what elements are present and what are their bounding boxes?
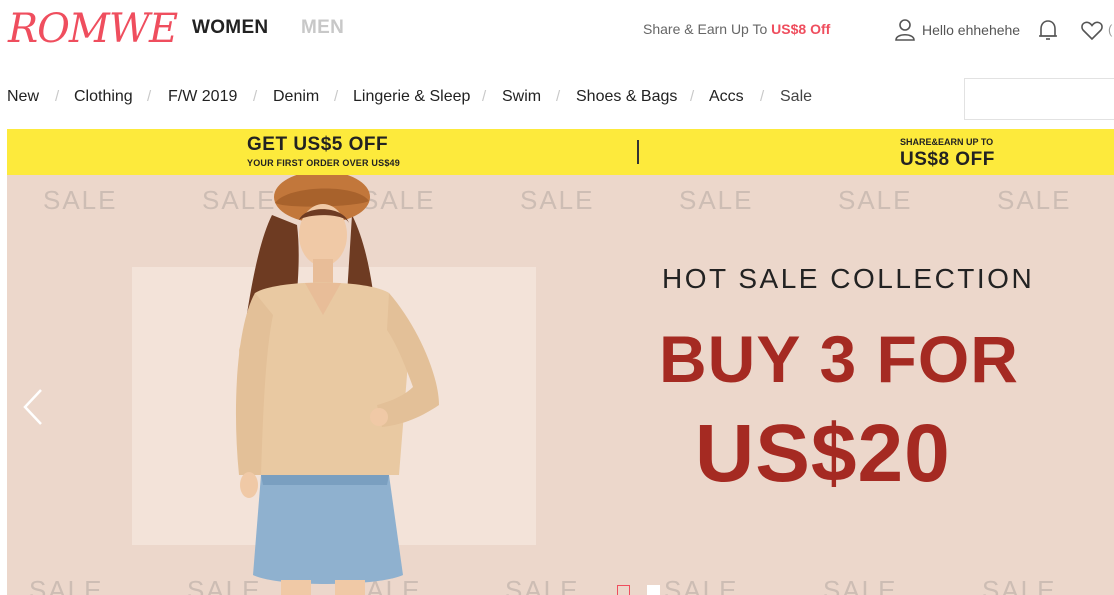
sale-watermark: SALE [43, 185, 118, 215]
search-input[interactable] [964, 78, 1114, 120]
hero-banner[interactable]: SALE SALE SALE SALE SALE SALE SALE SALE … [7, 175, 1114, 595]
banner-offer-line1: BUY 3 FOR [659, 322, 1019, 396]
promo-bar[interactable]: GET US$5 OFF YOUR FIRST ORDER OVER US$49… [7, 129, 1114, 175]
nav-item-fw-2019[interactable]: F/W 2019 [168, 88, 237, 106]
nav-item-lingerie-sleep[interactable]: Lingerie & Sleep [353, 88, 470, 106]
sale-watermark: SALE [838, 185, 913, 215]
promo-first-order-title: GET US$5 OFF [247, 134, 389, 155]
category-nav: New / Clothing / F/W 2019 / Denim / Ling… [0, 82, 960, 114]
tab-women[interactable]: WOMEN [192, 17, 268, 39]
banner-offer-price: US$20 [695, 408, 951, 499]
nav-separator: / [482, 88, 487, 105]
nav-item-denim[interactable]: Denim [273, 88, 319, 106]
sale-watermark: SALE [520, 185, 595, 215]
promo-first-order-subtitle: YOUR FIRST ORDER OVER US$49 [247, 158, 400, 168]
nav-separator: / [334, 88, 339, 105]
carousel-dot-active[interactable] [617, 585, 630, 595]
site-header: ROMWE WOMEN MEN Share & Earn Up To US$8 … [0, 0, 1114, 60]
sale-watermark: SALE [679, 185, 754, 215]
nav-item-shoes-bags[interactable]: Shoes & Bags [576, 88, 677, 106]
nav-item-clothing[interactable]: Clothing [74, 88, 133, 106]
nav-item-swim[interactable]: Swim [502, 88, 541, 106]
chevron-left-icon[interactable] [21, 387, 45, 427]
promo-share-subtitle: SHARE&EARN UP TO [900, 137, 994, 147]
bell-icon[interactable] [1037, 18, 1059, 42]
romwe-logo[interactable]: ROMWE [8, 4, 178, 54]
tab-men[interactable]: MEN [301, 17, 344, 39]
banner-headline: HOT SALE COLLECTION [662, 263, 1035, 294]
nav-separator: / [253, 88, 258, 105]
heart-icon[interactable] [1080, 18, 1104, 42]
nav-separator: / [147, 88, 152, 105]
sale-watermark: SALE [982, 575, 1057, 595]
share-earn-text: Share & Earn Up To [643, 21, 772, 37]
sale-watermark: SALE [664, 575, 739, 595]
sale-watermark: SALE [823, 575, 898, 595]
promo-share-title: US$8 OFF [900, 149, 995, 170]
user-icon[interactable] [894, 18, 916, 42]
share-earn-amount: US$8 Off [771, 21, 831, 37]
sale-watermark: SALE [29, 575, 104, 595]
nav-item-sale[interactable]: Sale [780, 88, 812, 106]
nav-item-accs[interactable]: Accs [709, 88, 744, 106]
nav-separator: / [690, 88, 695, 105]
nav-separator: / [760, 88, 765, 105]
nav-separator: / [55, 88, 60, 105]
share-earn-link[interactable]: Share & Earn Up To US$8 Off [643, 21, 830, 37]
carousel-dot[interactable] [647, 585, 660, 595]
sale-watermark: SALE [997, 185, 1072, 215]
user-greeting[interactable]: Hello ehhehehe [922, 22, 1020, 38]
model-photo [235, 175, 439, 595]
promo-divider [637, 140, 639, 164]
cart-count-edge: ( [1108, 22, 1113, 37]
nav-item-new[interactable]: New [7, 88, 39, 106]
nav-separator: / [556, 88, 561, 105]
